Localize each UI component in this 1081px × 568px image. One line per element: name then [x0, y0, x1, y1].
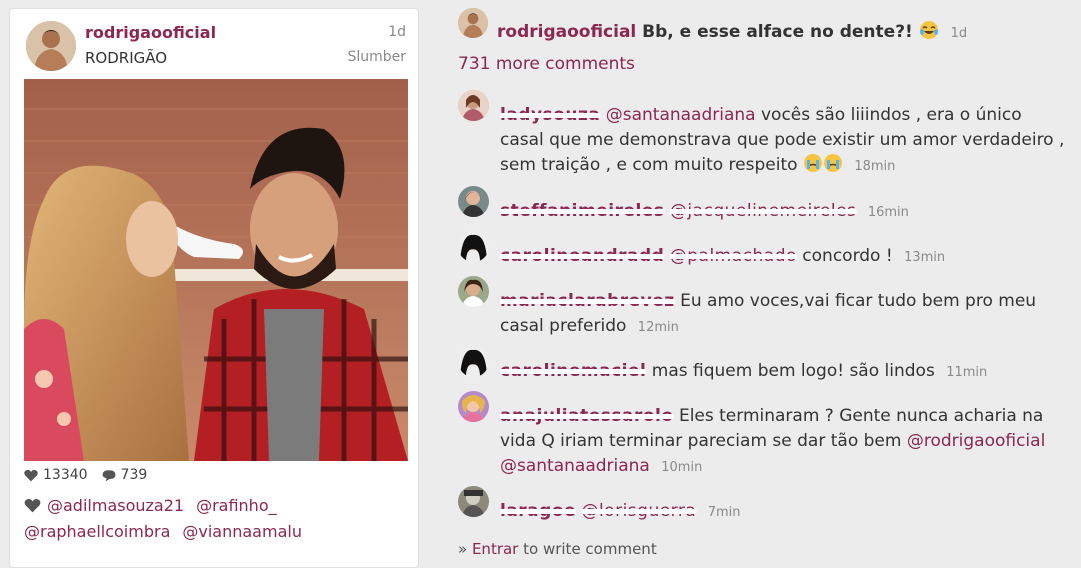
avatar[interactable]	[458, 346, 489, 377]
mention-link[interactable]: @lorisguerra	[581, 501, 696, 521]
post-filter: Slumber	[347, 49, 406, 65]
comment-username[interactable]: steffanimeireles	[500, 201, 664, 221]
post-time: 1d	[388, 24, 406, 40]
comment-username[interactable]: carolinemaciel	[500, 361, 646, 381]
comment-time: 13min	[904, 250, 946, 265]
avatar[interactable]	[458, 90, 489, 121]
mention-link[interactable]: @jacquelinemeireles	[670, 201, 857, 221]
avatar[interactable]	[458, 231, 489, 262]
mention-link[interactable]: @palmachado	[670, 246, 797, 266]
avatar[interactable]	[458, 276, 489, 307]
comments-count[interactable]: 739	[102, 467, 148, 483]
caption-body: Bb, e esse alface no dente?!	[642, 22, 913, 42]
comment-username[interactable]: carolineandradd	[500, 246, 664, 266]
login-prefix: »	[458, 540, 472, 558]
comment-text: mariaclarabrevez Eu amo voces,vai ficar …	[500, 289, 1065, 340]
login-link[interactable]: Entrar	[472, 540, 518, 558]
mention-link[interactable]: @rodrigaooficial	[907, 431, 1045, 451]
login-prompt: » Entrar to write comment	[458, 540, 657, 558]
comment-time: 18min	[854, 159, 896, 174]
heart-icon	[24, 498, 41, 513]
comment-text: steffanimeireles @jacquelinemeireles 16m…	[500, 199, 1065, 225]
liker-link[interactable]: @raphaellcoimbra	[24, 522, 170, 541]
caption-text: rodrigaooficial Bb, e esse alface no den…	[497, 20, 967, 42]
post-username[interactable]: rodrigaooficial	[85, 23, 216, 42]
avatar[interactable]	[458, 486, 489, 517]
heart-icon	[24, 469, 38, 481]
comment-text: carolinemaciel mas fiquem bem logo! são …	[500, 359, 1065, 385]
post-display-name: RODRIGÃO	[85, 49, 168, 67]
comment-time: 7min	[707, 505, 741, 520]
post-stats: 13340 739	[24, 467, 147, 483]
avatar[interactable]	[458, 186, 489, 217]
comment-body: mas fiquem bem logo! são lindos	[651, 361, 935, 381]
liker-link[interactable]: @rafinho_	[196, 496, 277, 515]
likers-list: @adilmasouza21 @rafinho_ @raphaellcoimbra…	[24, 493, 409, 545]
comment-text: carolineandradd @palmachado concordo ! 1…	[500, 244, 1065, 270]
liker-link[interactable]: @viannaamalu	[182, 522, 302, 541]
caption-username[interactable]: rodrigaooficial	[497, 22, 636, 42]
comment-text: anajuliatessarolo Eles terminaram ? Gent…	[500, 404, 1065, 480]
comment-text: ladysouza @santanaadriana vocês são liii…	[500, 103, 1065, 179]
comment-bubble-icon	[102, 469, 115, 481]
avatar[interactable]	[458, 8, 488, 38]
comments-value: 739	[120, 467, 148, 483]
comment-time: 12min	[637, 320, 679, 335]
comment-text: laragoe @lorisguerra 7min	[500, 499, 1065, 525]
avatar[interactable]	[26, 21, 76, 71]
crying-laughing-emoji-icon	[919, 21, 938, 39]
comment-body: concordo !	[802, 246, 893, 266]
login-suffix: to write comment	[518, 540, 657, 558]
caption-time: 1d	[950, 26, 968, 41]
comment-time: 11min	[946, 365, 988, 380]
crying-emoji-icon	[803, 154, 822, 172]
liker-link[interactable]: @adilmasouza21	[47, 496, 184, 515]
comment-username[interactable]: laragoe	[500, 501, 576, 521]
likes-count[interactable]: 13340	[24, 467, 88, 483]
comment-time: 16min	[867, 205, 909, 220]
comment-username[interactable]: mariaclarabrevez	[500, 291, 675, 311]
comment-time: 10min	[661, 460, 703, 475]
comment-username[interactable]: anajuliatessarolo	[500, 406, 674, 426]
avatar[interactable]	[458, 391, 489, 422]
post-card: rodrigaooficial RODRIGÃO 1d Slumber 1334…	[9, 8, 419, 568]
crying-emoji-icon	[823, 154, 842, 172]
post-photo[interactable]	[24, 79, 408, 461]
comment-username[interactable]: ladysouza	[500, 105, 600, 125]
more-comments-link[interactable]: 731 more comments	[458, 54, 635, 74]
likes-value: 13340	[43, 467, 88, 483]
mention-link[interactable]: @santanaadriana	[606, 105, 756, 125]
mention-link[interactable]: @santanaadriana	[500, 456, 650, 476]
